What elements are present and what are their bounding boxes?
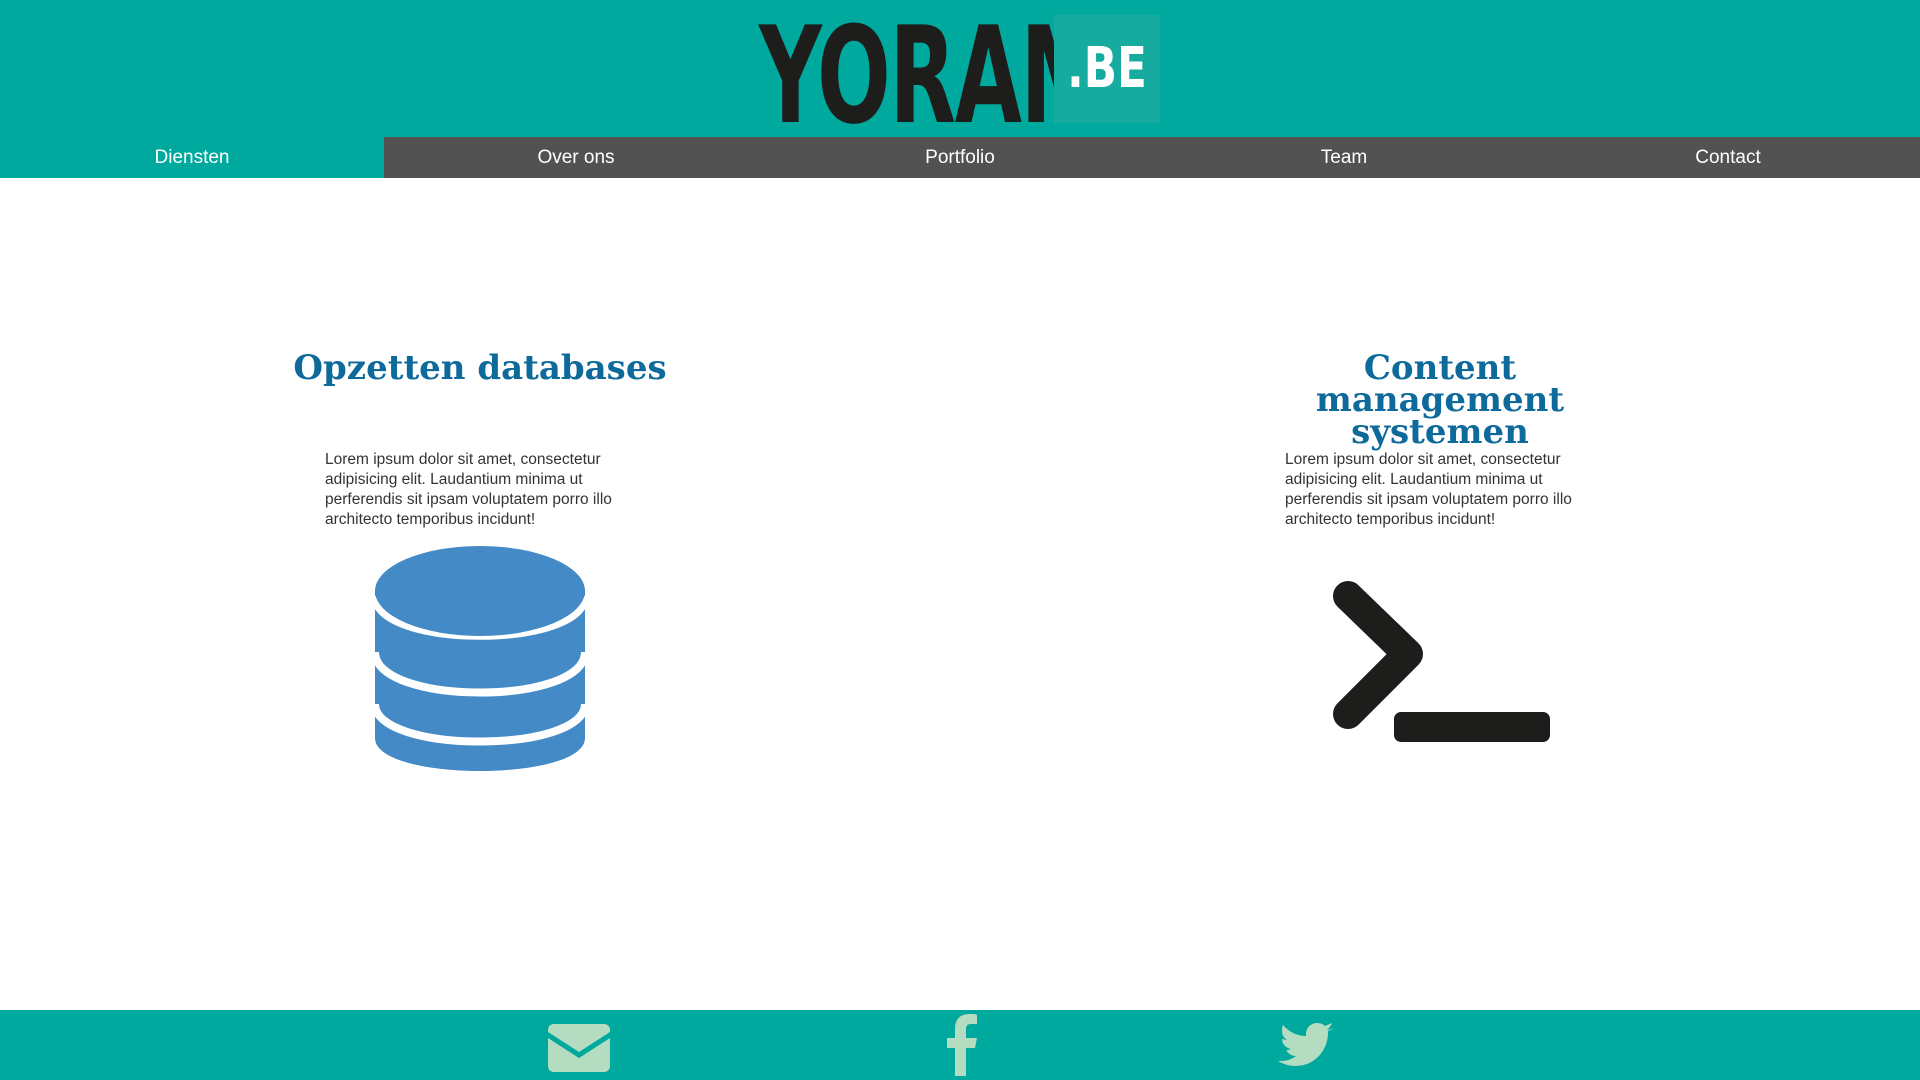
main-nav: Diensten Over ons Portfolio Team Contact — [0, 137, 1920, 178]
logo-word: YORAM — [759, 0, 1107, 154]
service-cms: Content management systemen — [1230, 348, 1650, 452]
service-description: Lorem ipsum dolor sit amet, consectetur … — [1285, 451, 1572, 528]
logo[interactable]: YORAM .BE — [759, 0, 1160, 154]
nav-item-contact[interactable]: Contact — [1536, 137, 1920, 178]
terminal-icon — [1333, 581, 1550, 742]
nav-item-portfolio[interactable]: Portfolio — [768, 137, 1152, 178]
nav-item-diensten[interactable]: Diensten — [0, 137, 384, 178]
logo-tld-box: .BE — [1054, 15, 1160, 123]
service-description: Lorem ipsum dolor sit amet, consectetur … — [325, 451, 612, 528]
service-title: Opzetten databases — [293, 348, 667, 388]
nav-item-team[interactable]: Team — [1152, 137, 1536, 178]
database-icon — [373, 546, 587, 771]
facebook-icon[interactable] — [946, 1014, 978, 1076]
page: YORAM .BE Diensten Over ons Portfolio Te… — [0, 0, 1920, 1080]
logo-tld: .BE — [1067, 36, 1147, 101]
footer — [0, 1010, 1920, 1080]
service-databases: Opzetten databases — [270, 348, 690, 388]
header: YORAM .BE — [0, 0, 1920, 154]
nav-item-over-ons[interactable]: Over ons — [384, 137, 768, 178]
mail-icon[interactable] — [548, 1024, 610, 1072]
service-title: Content management systemen — [1315, 348, 1565, 452]
twitter-icon[interactable] — [1278, 1022, 1334, 1070]
